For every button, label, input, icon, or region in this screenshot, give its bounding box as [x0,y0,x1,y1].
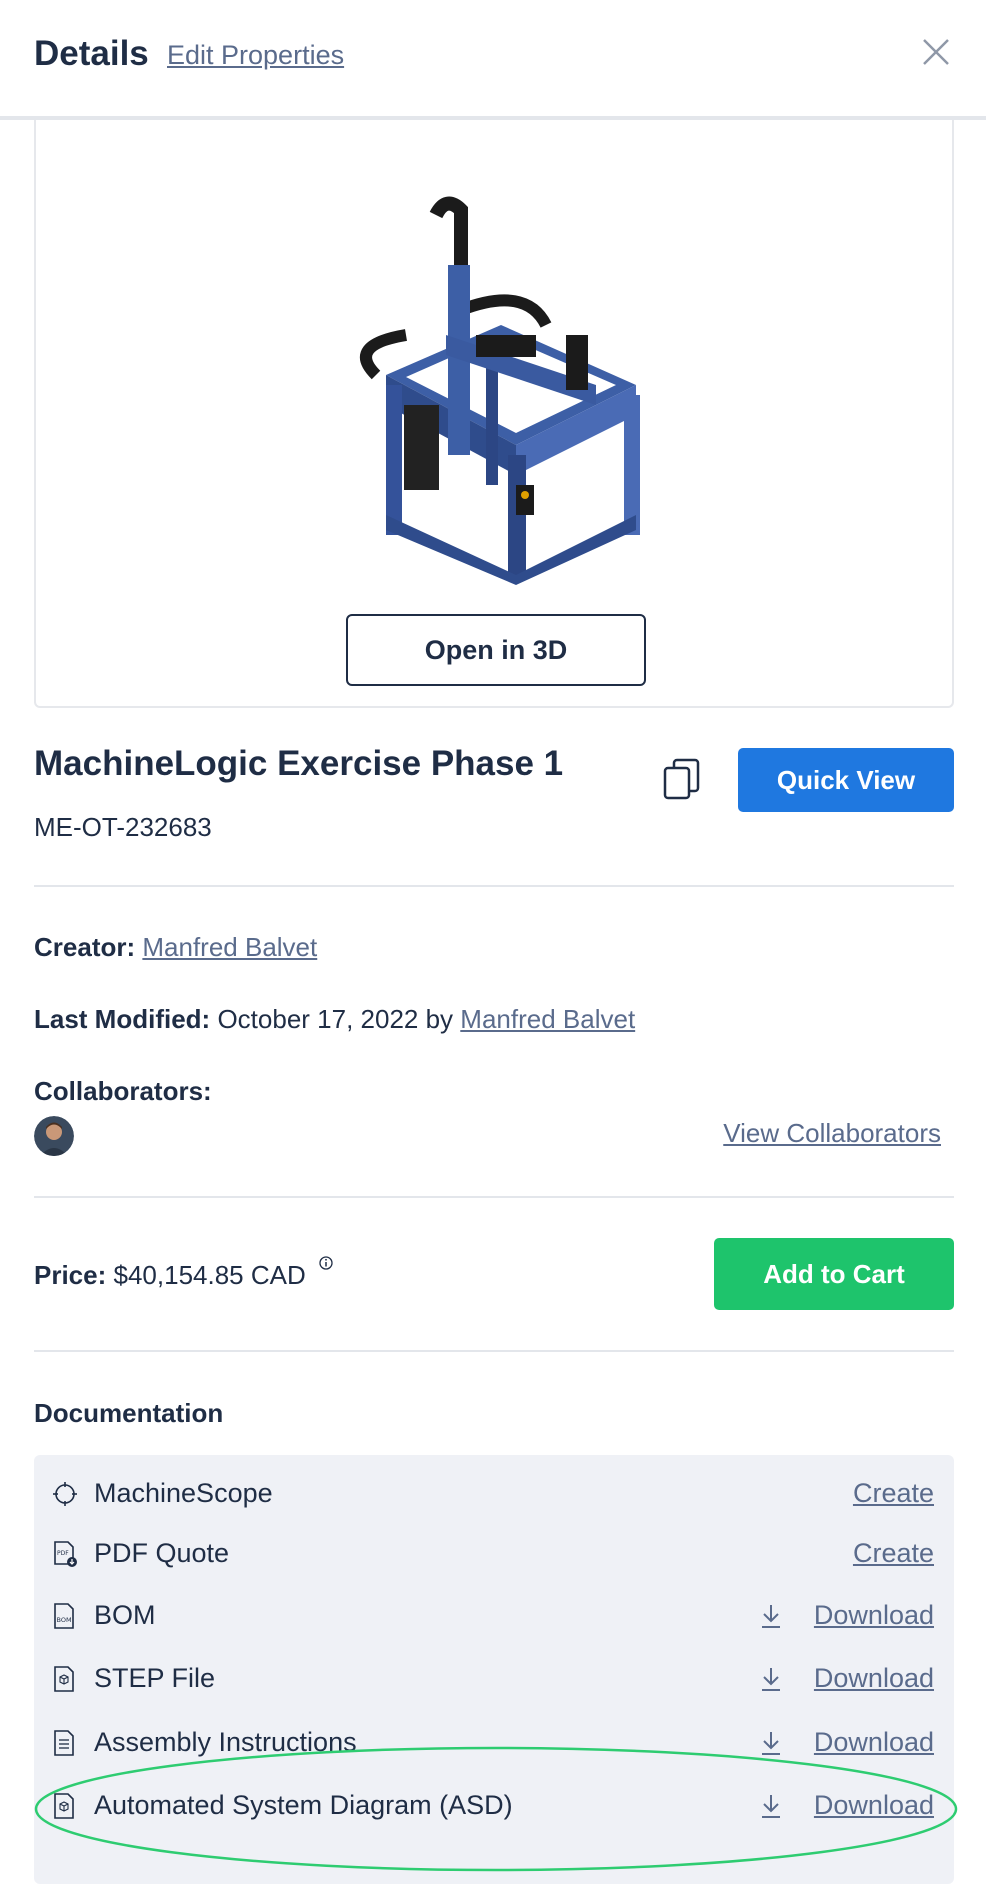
download-icon[interactable] [760,1793,782,1819]
download-icon[interactable] [760,1666,782,1692]
divider [34,1350,954,1352]
download-assembly-instructions-link[interactable]: Download [814,1727,934,1758]
collaborator-avatar[interactable] [34,1116,74,1156]
crosshair-icon [53,1482,77,1506]
edit-properties-link[interactable]: Edit Properties [167,40,344,71]
download-step-file-link[interactable]: Download [814,1663,934,1694]
doc-label: Automated System Diagram (ASD) [94,1790,513,1820]
header-title: Details [34,34,149,73]
add-to-cart-button[interactable]: Add to Cart [714,1238,954,1310]
diagram-file-icon [54,1793,74,1819]
creator-line: Creator: Manfred Balvet [34,932,317,963]
doc-row-machinescope: MachineScope Create [34,1468,954,1518]
last-modified-label: Last Modified: [34,1004,211,1034]
pdf-icon: PDF [54,1541,77,1567]
product-title: MachineLogic Exercise Phase 1 [34,744,564,783]
download-icon[interactable] [760,1730,782,1756]
doc-label: MachineScope [94,1478,273,1508]
quick-view-button[interactable]: Quick View [738,748,954,812]
price-line: Price: $40,154.85 CAD [34,1256,333,1291]
divider [34,1196,954,1198]
last-modified-line: Last Modified: October 17, 2022 by Manfr… [34,1004,635,1035]
price-label: Price: [34,1260,107,1290]
last-modified-date: October 17, 2022 by [217,1004,454,1034]
info-icon[interactable] [319,1256,333,1270]
model-preview-card: Open in 3D [34,120,954,708]
create-pdf-quote-link[interactable]: Create [853,1538,934,1569]
doc-row-asd: Automated System Diagram (ASD) Download [34,1780,954,1830]
create-machinescope-link[interactable]: Create [853,1478,934,1509]
svg-text:PDF: PDF [57,1550,69,1557]
price-value: $40,154.85 CAD [113,1260,306,1290]
download-icon[interactable] [760,1603,782,1629]
collaborators-label: Collaborators: [34,1076,212,1106]
divider [34,885,954,887]
doc-row-assembly-instructions: Assembly Instructions Download [34,1717,954,1767]
view-collaborators-link[interactable]: View Collaborators [723,1118,941,1149]
doc-label: PDF Quote [94,1538,230,1568]
copy-icon[interactable] [662,758,702,802]
download-bom-link[interactable]: Download [814,1600,934,1631]
documentation-panel: MachineScope Create PDF PDF Quote Create… [34,1455,954,1884]
download-asd-link[interactable]: Download [814,1790,934,1821]
svg-text:BOM: BOM [57,1616,72,1624]
machine-model-image [360,196,640,585]
close-icon[interactable] [916,32,956,72]
doc-label: STEP File [94,1663,216,1693]
doc-row-pdf-quote: PDF PDF Quote Create [34,1528,954,1578]
bom-file-icon: BOM [54,1603,74,1629]
doc-label: BOM [94,1600,156,1630]
creator-link[interactable]: Manfred Balvet [142,932,317,962]
documentation-title: Documentation [34,1398,224,1428]
details-header: Details Edit Properties [0,0,986,120]
creator-label: Creator: [34,932,136,962]
open-in-3d-button[interactable]: Open in 3D [346,614,646,686]
doc-row-bom: BOM BOM Download [34,1590,954,1640]
list-file-icon [54,1730,74,1756]
step-file-icon [54,1666,74,1692]
doc-row-step-file: STEP File Download [34,1653,954,1703]
modified-by-link[interactable]: Manfred Balvet [460,1004,635,1034]
doc-label: Assembly Instructions [94,1727,357,1757]
product-id: ME-OT-232683 [34,812,212,842]
